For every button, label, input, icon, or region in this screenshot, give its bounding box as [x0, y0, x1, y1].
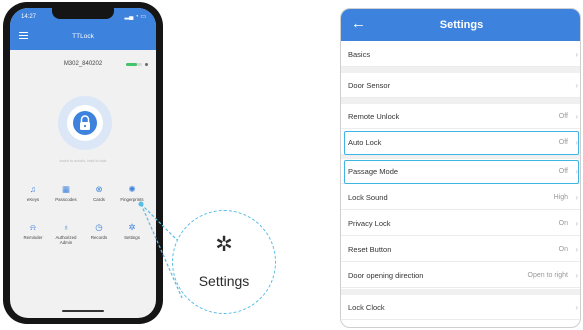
settings-row-door-sensor[interactable]: Door Sensor ›	[341, 73, 580, 98]
settings-row-value: On	[558, 220, 568, 227]
chevron-right-icon: ›	[575, 112, 578, 121]
settings-row-label: Lock Clock	[348, 303, 385, 312]
settings-zoom-bubble: ✲ Settings	[172, 210, 276, 314]
settings-header: ← Settings	[341, 9, 580, 41]
settings-row-label: Door opening direction	[348, 271, 424, 280]
settings-row-label: Lock Sound	[348, 193, 388, 202]
settings-row-label: Reset Button	[348, 245, 392, 254]
settings-screen: ← Settings Basics › Door Sensor › Remote Unl…	[340, 8, 581, 328]
chevron-right-icon: ›	[575, 303, 578, 312]
chevron-right-icon: ›	[575, 245, 578, 254]
row-divider	[341, 261, 580, 262]
settings-row-lock-sound[interactable]: Lock Sound High ›	[341, 185, 580, 210]
zoom-label: Settings	[198, 273, 250, 289]
chevron-right-icon: ›	[575, 271, 578, 280]
highlight-box	[344, 160, 579, 184]
settings-row-label: Basics	[348, 50, 371, 59]
settings-row-value: On	[558, 246, 568, 253]
row-divider	[341, 287, 580, 288]
settings-row-value: Off	[558, 113, 568, 120]
settings-row-remote-unlock[interactable]: Remote Unlock Off ›	[341, 104, 580, 129]
row-divider	[341, 97, 580, 98]
settings-row-label: Door Sensor	[348, 81, 391, 90]
settings-row-value: High	[553, 194, 568, 201]
row-divider	[341, 235, 580, 236]
settings-row-door-opening-direction[interactable]: Door opening direction Open to right ›	[341, 263, 580, 288]
chevron-right-icon: ›	[575, 193, 578, 202]
row-divider	[341, 128, 580, 129]
gear-icon: ✲	[215, 233, 233, 256]
settings-row-label: Privacy Lock	[348, 219, 391, 228]
chevron-right-icon: ›	[575, 50, 578, 59]
phone-notch	[52, 8, 114, 19]
chevron-right-icon: ›	[575, 219, 578, 228]
settings-row-lock-clock[interactable]: Lock Clock ›	[341, 295, 580, 320]
settings-row-label: Remote Unlock	[348, 112, 400, 121]
highlight-box	[344, 131, 579, 155]
settings-title: Settings	[439, 19, 484, 31]
settings-row-reset-button[interactable]: Reset Button On ›	[341, 237, 580, 262]
row-divider	[341, 319, 580, 320]
settings-row-value: Open to right	[527, 272, 568, 279]
settings-row-privacy-lock[interactable]: Privacy Lock On ›	[341, 211, 580, 236]
chevron-right-icon: ›	[575, 81, 578, 90]
settings-row-basics[interactable]: Basics ›	[341, 42, 580, 67]
row-divider	[341, 209, 580, 210]
row-divider	[341, 66, 580, 67]
